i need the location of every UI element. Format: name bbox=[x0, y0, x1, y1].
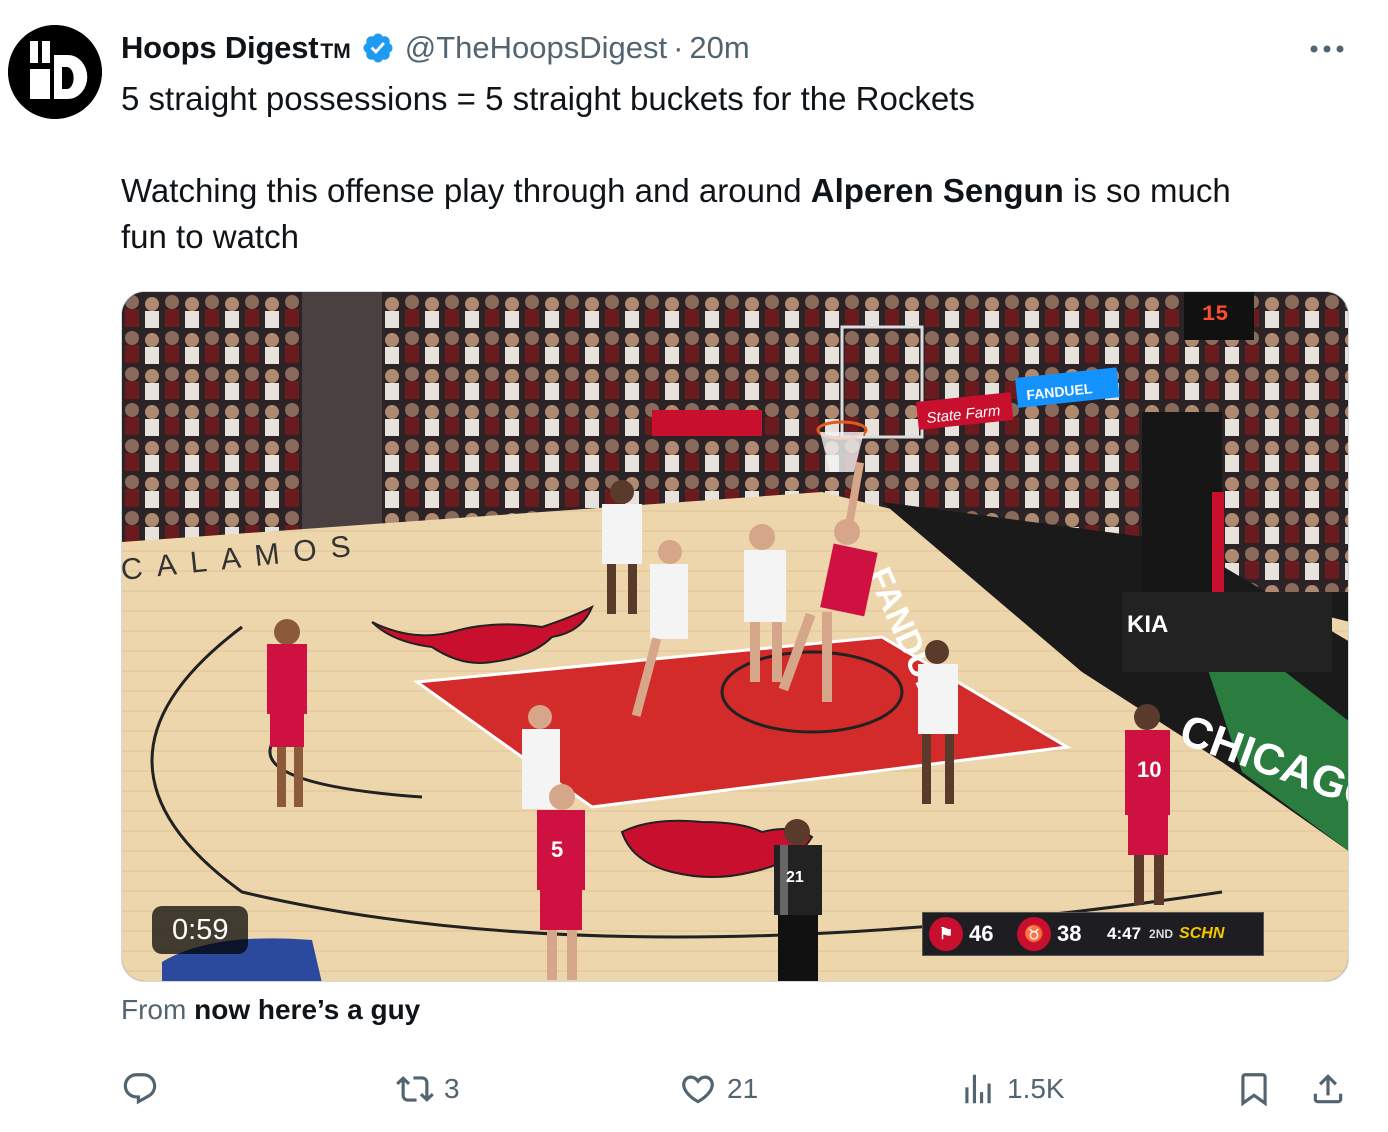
share-icon bbox=[1313, 1074, 1343, 1104]
verified-badge-icon[interactable] bbox=[361, 31, 395, 65]
tweet-text-segment: is so much bbox=[1063, 172, 1231, 209]
shot-clock: 15 bbox=[1202, 302, 1228, 327]
reply-button[interactable] bbox=[121, 1062, 159, 1116]
source-account-link[interactable]: now here’s a guy bbox=[194, 994, 420, 1025]
reply-icon bbox=[123, 1073, 157, 1105]
display-name[interactable]: Hoops Digest bbox=[121, 30, 319, 66]
bookmark-button[interactable] bbox=[1235, 1062, 1273, 1116]
scorebug: ⚑ 46 ♉ 38 4:47 2ND SCHN bbox=[922, 912, 1264, 956]
source-prefix: From bbox=[121, 994, 195, 1025]
svg-text:21: 21 bbox=[786, 869, 804, 886]
tweet-text-segment: Watching this offense play through and a… bbox=[121, 172, 811, 209]
game-clock: 4:47 bbox=[1107, 924, 1142, 943]
video-frame: CALAMOS FANDUEL CHICAGO BULLS KIA State … bbox=[122, 292, 1348, 981]
video-duration-badge: 0:59 bbox=[152, 906, 249, 954]
tweet-text-line-1: 5 straight possessions = 5 straight buck… bbox=[121, 80, 975, 117]
more-icon bbox=[1310, 45, 1344, 53]
action-bar: 3 21 1.5K bbox=[121, 1062, 1361, 1116]
separator: · bbox=[673, 30, 684, 65]
views-button[interactable]: 1.5K bbox=[959, 1062, 1065, 1116]
handle[interactable]: @TheHoopsDigest bbox=[405, 30, 667, 66]
bulls-logo-icon: ♉ bbox=[1017, 917, 1051, 951]
video-player[interactable]: CALAMOS FANDUEL CHICAGO BULLS KIA State … bbox=[121, 291, 1349, 982]
rockets-logo-icon: ⚑ bbox=[929, 917, 963, 951]
more-options-button[interactable] bbox=[1305, 34, 1349, 64]
tweet: Hoops Digest TM @TheHoopsDigest · 20m 5 … bbox=[0, 0, 1388, 1132]
like-count: 21 bbox=[727, 1073, 759, 1104]
hd-logo-icon bbox=[8, 25, 102, 119]
svg-text:5: 5 bbox=[551, 837, 563, 862]
retweet-count: 3 bbox=[444, 1073, 460, 1104]
views-chart-icon bbox=[965, 1074, 991, 1104]
retweet-icon bbox=[396, 1076, 434, 1102]
trademark-suffix: TM bbox=[320, 40, 351, 63]
retweet-button[interactable]: 3 bbox=[396, 1062, 460, 1116]
tweet-header: Hoops Digest TM @TheHoopsDigest · 20m bbox=[121, 26, 750, 70]
mentioned-player: Alperen Sengun bbox=[810, 172, 1064, 209]
like-button[interactable]: 21 bbox=[679, 1062, 758, 1116]
rockets-score: 46 bbox=[969, 921, 994, 946]
scorebug-sponsor: SCHN bbox=[1179, 925, 1225, 942]
svg-text:KIA: KIA bbox=[1127, 611, 1168, 638]
views-count: 1.5K bbox=[1007, 1073, 1065, 1104]
bulls-score: 38 bbox=[1057, 921, 1082, 946]
share-button[interactable] bbox=[1309, 1062, 1347, 1116]
avatar[interactable] bbox=[8, 25, 102, 119]
bookmark-icon bbox=[1241, 1073, 1267, 1107]
svg-text:10: 10 bbox=[1137, 757, 1161, 782]
tweet-text-line-3: fun to watch bbox=[121, 218, 299, 255]
heart-icon bbox=[682, 1075, 714, 1104]
video-source-attribution: From now here’s a guy bbox=[121, 994, 420, 1026]
timestamp[interactable]: 20m bbox=[689, 30, 749, 66]
period: 2ND bbox=[1149, 927, 1174, 941]
tweet-text-line-2: Watching this offense play through and a… bbox=[121, 168, 1231, 214]
